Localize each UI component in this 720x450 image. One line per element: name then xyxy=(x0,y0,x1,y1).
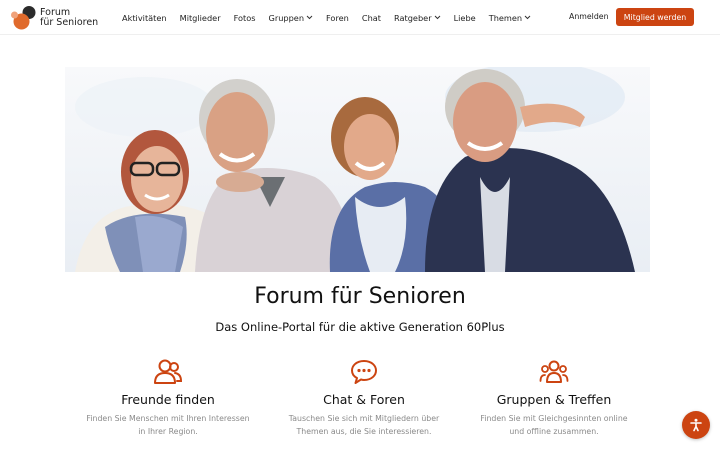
logo-circles-icon xyxy=(11,6,36,30)
chat-bubble-icon xyxy=(351,360,377,384)
accessibility-icon xyxy=(690,418,702,432)
nav-label: Themen xyxy=(488,12,523,23)
nav-item-themen[interactable]: Themen xyxy=(489,13,531,23)
nav-label: Gruppen xyxy=(268,12,305,23)
nav-item-liebe[interactable]: Liebe xyxy=(454,13,476,23)
nav-item-fotos[interactable]: Fotos xyxy=(234,13,256,23)
group-icon xyxy=(539,360,569,383)
hero-image xyxy=(65,67,650,272)
feature-text-line: und offline zusammen. xyxy=(509,427,599,436)
feature-title: Gruppen & Treffen xyxy=(496,392,612,407)
feature-text-line: in Ihrer Region. xyxy=(138,427,198,436)
feature-text-line: Finden Sie mit Gleichgesinnten online xyxy=(480,414,628,423)
feature-friends: Freunde finden Finden Sie Menschen mit I… xyxy=(78,358,258,438)
page-subtitle: Das Online-Portal für die aktive Generat… xyxy=(215,320,505,334)
nav-label: Fotos xyxy=(233,12,256,23)
feature-text-line: Themen aus, die Sie interessieren. xyxy=(296,427,432,436)
chevron-down-icon xyxy=(306,15,313,20)
chevron-down-icon xyxy=(434,15,440,20)
site-logo[interactable]: Forum für Senioren xyxy=(10,4,102,32)
login-link[interactable]: Anmelden xyxy=(569,12,609,21)
site-header: Forum für Senioren Aktivitäten Mitgliede… xyxy=(0,0,720,35)
signup-button[interactable]: Mitglied werden xyxy=(616,8,694,26)
nav-label: Aktivitäten xyxy=(122,12,167,23)
main-nav: Aktivitäten Mitglieder Fotos Gruppen For… xyxy=(122,0,544,35)
feature-chat: Chat & Foren Tauschen Sie sich mit Mitgl… xyxy=(274,358,454,438)
feature-text: Finden Sie mit Gleichgesinnten online un… xyxy=(464,412,644,438)
feature-groups: Gruppen & Treffen Finden Sie mit Gleichg… xyxy=(464,358,644,438)
accessibility-button[interactable] xyxy=(682,411,710,439)
nav-label: Foren xyxy=(326,12,349,23)
feature-title: Freunde finden xyxy=(121,392,215,407)
nav-item-gruppen[interactable]: Gruppen xyxy=(268,13,313,23)
nav-label: Ratgeber xyxy=(394,12,432,23)
feature-title: Chat & Foren xyxy=(323,392,405,407)
feature-text-line: Tauschen Sie sich mit Mitgliedern über xyxy=(288,414,440,423)
logo-line-2: für Senioren xyxy=(40,17,99,28)
friends-icon xyxy=(154,359,183,384)
logo-text: Forum für Senioren xyxy=(40,8,98,28)
feature-text-line: Finden Sie Menschen mit Ihren Interessen xyxy=(86,414,250,423)
nav-label: Liebe xyxy=(453,12,476,23)
nav-item-chat[interactable]: Chat xyxy=(362,13,381,23)
nav-label: Chat xyxy=(361,12,381,23)
hero-photo-four-seniors xyxy=(65,67,650,272)
feature-text: Tauschen Sie sich mit Mitgliedern über T… xyxy=(274,412,454,438)
nav-item-aktivitaeten[interactable]: Aktivitäten xyxy=(122,13,167,23)
feature-text: Finden Sie Menschen mit Ihren Interessen… xyxy=(78,412,258,438)
page-title: Forum für Senioren xyxy=(254,284,466,309)
nav-label: Mitglieder xyxy=(179,12,221,23)
nav-item-foren[interactable]: Foren xyxy=(326,13,349,23)
chevron-down-icon xyxy=(524,15,531,20)
nav-item-mitglieder[interactable]: Mitglieder xyxy=(180,13,221,23)
nav-item-ratgeber[interactable]: Ratgeber xyxy=(394,13,441,23)
